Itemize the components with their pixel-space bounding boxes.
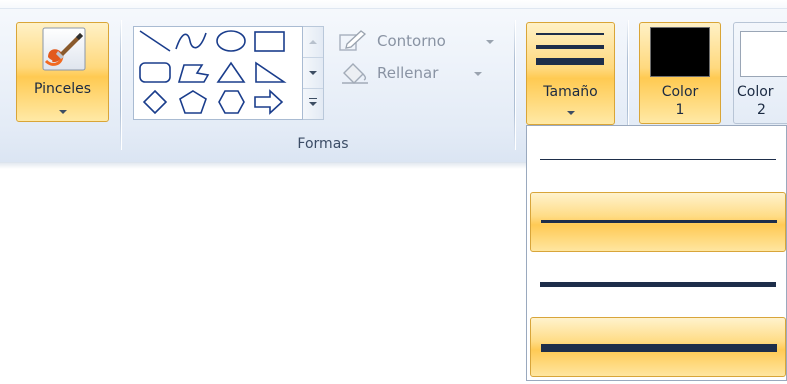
expand-bar-icon <box>309 98 317 99</box>
size-button[interactable]: Tamaño <box>526 22 615 125</box>
brushes-button[interactable]: Pinceles <box>16 22 109 122</box>
size-dropdown-menu <box>526 125 787 381</box>
pentagon-shape-icon <box>179 90 207 114</box>
size-line-5px <box>540 282 776 287</box>
chevron-down-icon <box>59 110 67 114</box>
shapes-gallery <box>133 26 303 120</box>
outline-button[interactable]: Contorno <box>339 29 499 53</box>
color2-swatch[interactable] <box>740 31 787 77</box>
gallery-scroll-down-button[interactable] <box>303 58 323 89</box>
chevron-down-icon <box>309 102 317 106</box>
chevron-up-icon <box>309 40 317 44</box>
chevron-down-icon <box>486 40 494 44</box>
size-line-3px <box>541 220 777 223</box>
oval-shape-icon <box>216 30 246 52</box>
rectangle-shape-icon <box>254 31 285 52</box>
pencil-outline-icon <box>339 30 367 51</box>
color1-label-line1: Color <box>661 84 699 100</box>
chevron-down-icon <box>567 111 575 115</box>
ribbon-top-border <box>0 8 787 9</box>
group-separator <box>514 20 515 150</box>
chevron-down-icon <box>309 71 317 75</box>
outline-label: Contorno <box>377 32 446 50</box>
shapes-group-label: Formas <box>297 136 349 152</box>
right-arrow-shape-icon <box>254 89 284 115</box>
size-option-1px[interactable] <box>530 130 786 190</box>
color1-swatch[interactable] <box>650 27 710 77</box>
rounded-rectangle-shape-icon <box>139 62 171 83</box>
line-shape-icon <box>139 30 171 52</box>
gallery-expand-button[interactable] <box>303 89 323 120</box>
gallery-scroll-up-button[interactable] <box>303 27 323 58</box>
brushes-label: Pinceles <box>33 81 91 97</box>
paint-bucket-icon <box>342 63 368 84</box>
group-separator <box>120 20 121 150</box>
size-option-3px[interactable] <box>530 192 786 252</box>
size-option-8px[interactable] <box>530 317 786 377</box>
hexagon-shape-icon <box>218 90 245 114</box>
color2-label-line1: Color <box>737 84 774 100</box>
paint-window: Pinceles Contorno Rellenar Formas Tamaño… <box>0 0 787 384</box>
shapes-gallery-grid <box>139 30 287 115</box>
size-option-5px[interactable] <box>530 256 786 316</box>
fill-button[interactable]: Rellenar <box>339 61 499 85</box>
right-triangle-shape-icon <box>255 61 287 83</box>
curve-shape-icon <box>175 32 207 50</box>
shapes-gallery-scrollbar <box>303 26 324 120</box>
brush-icon <box>42 27 86 71</box>
diamond-shape-icon <box>142 89 168 115</box>
size-line-1px <box>540 159 776 160</box>
polygon-shape-icon <box>177 64 210 83</box>
line-size-icon <box>536 33 604 65</box>
size-label: Tamaño <box>543 84 598 100</box>
chevron-down-icon <box>474 72 482 76</box>
size-line-8px <box>541 344 777 352</box>
color1-label-line2: 1 <box>675 102 685 118</box>
color2-label-line2: 2 <box>757 102 766 118</box>
triangle-shape-icon <box>216 61 246 83</box>
fill-label: Rellenar <box>377 64 439 82</box>
